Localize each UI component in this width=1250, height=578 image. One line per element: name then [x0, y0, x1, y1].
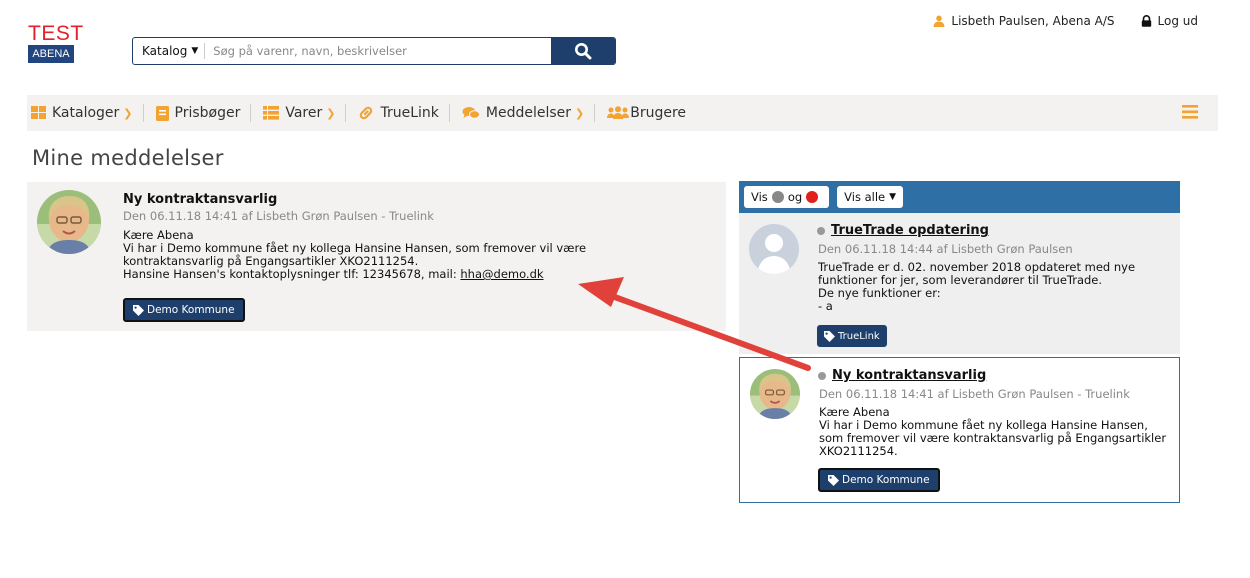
- status-dot-icon: [817, 226, 825, 235]
- tag-demo-kommune[interactable]: Demo Kommune: [818, 468, 940, 492]
- search-scope-dropdown[interactable]: Katalog ▼: [133, 38, 204, 64]
- logo-abena-label: ABENA: [28, 45, 74, 63]
- message-list-item-selected[interactable]: Ny kontraktansvarlig Den 06.11.18 14:41 …: [739, 357, 1180, 503]
- logo[interactable]: TEST ABENA: [28, 22, 84, 63]
- logo-test-label: TEST: [28, 22, 84, 45]
- nav-item-meddelelser[interactable]: Meddelelser ❯: [462, 105, 594, 121]
- message-meta: Den 06.11.18 14:44 af Lisbeth Grøn Pauls…: [818, 242, 1073, 256]
- nav-item-label: Varer: [285, 105, 323, 121]
- message-body: TrueTrade er d. 02. november 2018 opdate…: [818, 261, 1173, 313]
- nav-divider: [594, 104, 596, 122]
- logout-label: Log ud: [1157, 14, 1198, 28]
- menu-icon: [1182, 105, 1198, 119]
- hamburger-menu-button[interactable]: [1182, 105, 1198, 123]
- chevron-down-icon: ▼: [889, 192, 897, 202]
- search-button[interactable]: [551, 38, 615, 64]
- avatar: [750, 369, 800, 419]
- nav-divider: [448, 104, 450, 122]
- message-detail: Ny kontraktansvarlig Den 06.11.18 14:41 …: [27, 182, 726, 331]
- search-bar: Katalog ▼: [132, 37, 616, 65]
- message-line: De nye funktioner er:: [818, 286, 941, 300]
- tag-label: TrueLink: [838, 330, 880, 342]
- nav-item-brugere[interactable]: Brugere: [607, 105, 696, 121]
- user-bar: Lisbeth Paulsen, Abena A/S Log ud: [933, 14, 1198, 28]
- avatar: [37, 190, 101, 254]
- users-icon: [607, 106, 630, 120]
- nav-item-truelink[interactable]: TrueLink: [358, 105, 448, 121]
- search-scope-label: Katalog: [142, 44, 188, 58]
- chevron-down-icon: ▼: [191, 46, 199, 56]
- vis-alle-label: Vis alle: [844, 190, 886, 204]
- nav-item-label: Prisbøger: [174, 105, 241, 121]
- grey-dot-icon: [771, 191, 784, 203]
- tag-icon: [828, 474, 839, 486]
- message-contact-text: Hansine Hansen's kontaktoplysninger tlf:…: [123, 267, 461, 281]
- red-dot-icon: [806, 191, 819, 203]
- nav-item-label: TrueLink: [380, 105, 439, 121]
- nav-item-prisboger[interactable]: Prisbøger: [155, 105, 251, 121]
- user-name: Lisbeth Paulsen, Abena A/S: [951, 14, 1115, 28]
- nav-item-label: Brugere: [630, 105, 687, 121]
- avatar-placeholder: [749, 224, 799, 274]
- nav-item-kataloger[interactable]: Kataloger ❯: [31, 105, 143, 121]
- nav-divider: [345, 104, 347, 122]
- search-input[interactable]: [205, 38, 551, 64]
- tag-label: Demo Kommune: [842, 474, 930, 486]
- message-body: Kære Abena Vi har i Demo kommune fået ny…: [819, 406, 1174, 458]
- list-icon: [263, 106, 280, 120]
- chevron-down-icon: ❯: [123, 106, 133, 120]
- message-title-link[interactable]: TrueTrade opdatering: [817, 223, 989, 238]
- tag-icon: [133, 304, 144, 316]
- message-line: XKO2111254.: [819, 444, 898, 458]
- nav-item-label: Kataloger: [52, 105, 120, 121]
- chevron-down-icon: ❯: [575, 106, 585, 120]
- nav-item-varer[interactable]: Varer ❯: [263, 105, 345, 121]
- user-icon: [933, 15, 945, 27]
- show-all-dropdown[interactable]: Vis alle ▼: [837, 186, 904, 208]
- chat-icon: [462, 106, 480, 120]
- search-icon: [575, 43, 592, 60]
- tag-label: Demo Kommune: [147, 304, 235, 316]
- message-title-text: TrueTrade opdatering: [831, 223, 989, 238]
- user-menu[interactable]: Lisbeth Paulsen, Abena A/S: [933, 14, 1115, 28]
- message-body: Kære Abena Vi har i Demo kommune fået ny…: [123, 229, 683, 281]
- message-title: Ny kontraktansvarlig: [123, 192, 278, 207]
- lock-icon: [1141, 15, 1151, 27]
- logout-link[interactable]: Log ud: [1141, 14, 1198, 28]
- grid-icon: [31, 106, 46, 120]
- nav-divider: [142, 104, 144, 122]
- vis-label: Vis: [751, 190, 768, 204]
- tag-icon: [824, 330, 835, 342]
- tag-demo-kommune[interactable]: Demo Kommune: [123, 298, 245, 322]
- panel-header: Vis og Vis alle ▼: [739, 181, 1180, 213]
- og-label: og: [787, 190, 803, 204]
- nav-item-label: Meddelelser: [485, 105, 572, 121]
- message-list-item[interactable]: TrueTrade opdatering Den 06.11.18 14:44 …: [739, 213, 1180, 354]
- main-nav: Kataloger ❯ Prisbøger Varer ❯ TrueLink M…: [27, 95, 1218, 131]
- filter-status-button[interactable]: Vis og: [744, 186, 830, 208]
- message-meta: Den 06.11.18 14:41 af Lisbeth Grøn Pauls…: [123, 209, 434, 223]
- message-list-panel: Vis og Vis alle ▼ TrueTrade opdatering D…: [739, 181, 1180, 503]
- message-line: Hansine Hansen's kontaktoplysninger tlf:…: [123, 268, 683, 281]
- chevron-down-icon: ❯: [326, 106, 336, 120]
- message-title-text: Ny kontraktansvarlig: [832, 368, 987, 383]
- book-icon: [155, 105, 169, 121]
- status-dot-icon: [818, 371, 826, 380]
- message-line: - a: [818, 299, 833, 313]
- tag-truelink[interactable]: TrueLink: [817, 325, 887, 347]
- link-icon: [358, 105, 374, 121]
- email-link[interactable]: hha@demo.dk: [460, 267, 543, 281]
- nav-divider: [250, 104, 252, 122]
- message-title-link[interactable]: Ny kontraktansvarlig: [818, 368, 986, 383]
- message-meta: Den 06.11.18 14:41 af Lisbeth Grøn Pauls…: [819, 387, 1130, 401]
- page-title: Mine meddelelser: [32, 146, 224, 170]
